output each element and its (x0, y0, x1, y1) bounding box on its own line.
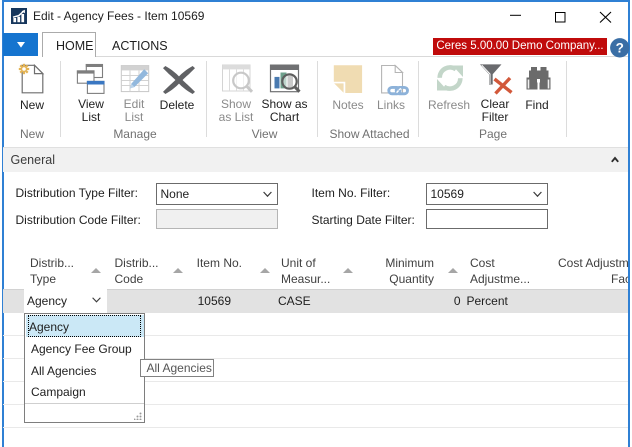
svg-text:?: ? (615, 40, 623, 55)
